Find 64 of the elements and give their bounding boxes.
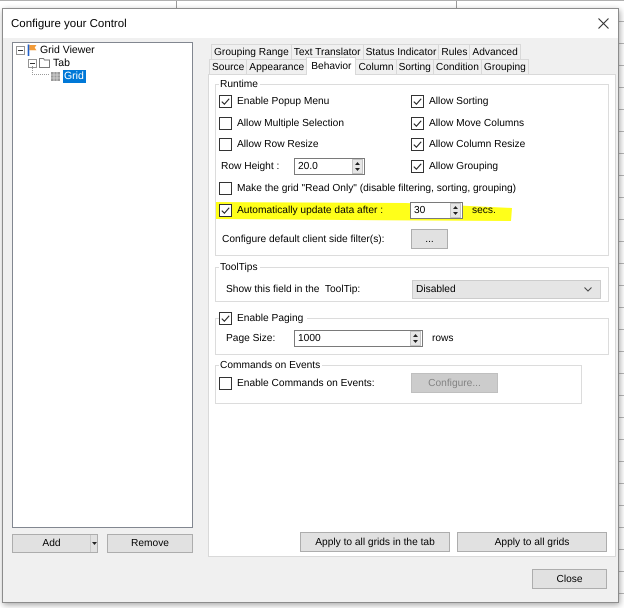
field-label: Show this field in the ToolTip: <box>225 284 362 295</box>
apply-button[interactable]: Apply to all grids in the tab <box>300 532 450 552</box>
spin-field[interactable]: 20.0 <box>294 158 365 176</box>
tab[interactable]: Sorting <box>396 59 434 74</box>
collapse-icon[interactable] <box>28 58 37 68</box>
checkbox[interactable] <box>219 138 232 152</box>
tree-view[interactable]: Grid Viewer Tab Grid <box>12 42 193 528</box>
spin-field[interactable]: 30 <box>410 202 463 219</box>
grid-icon <box>51 72 60 80</box>
spin-arrows-icon[interactable] <box>450 202 461 218</box>
chevron-down-icon[interactable] <box>584 286 592 292</box>
group-title: Runtime <box>219 78 259 91</box>
checkbox-label: Enable Popup Menu <box>237 96 330 108</box>
tab[interactable]: Behavior <box>306 57 356 75</box>
add-button[interactable]: Add <box>12 534 98 553</box>
checkbox[interactable] <box>219 376 232 390</box>
field-label: Configure default client side filter(s): <box>221 234 386 245</box>
checkbox[interactable] <box>219 116 232 130</box>
tab[interactable]: Appearance <box>246 59 308 74</box>
checkbox-label: Allow Column Resize <box>429 139 526 150</box>
tab[interactable]: Advanced <box>469 44 521 59</box>
checkbox[interactable] <box>219 204 232 217</box>
remove-button[interactable]: Remove <box>107 534 193 553</box>
unit-label: rows <box>432 332 454 344</box>
dropdown[interactable]: Disabled <box>412 280 601 299</box>
tab[interactable]: Grouping Range <box>211 44 292 59</box>
checkbox[interactable] <box>411 95 424 108</box>
checkbox[interactable] <box>219 95 232 108</box>
spin-arrows-icon[interactable] <box>410 330 421 346</box>
spin-arrows-icon[interactable] <box>352 159 363 174</box>
checkbox[interactable] <box>411 160 424 174</box>
checkbox-label: Allow Row Resize <box>237 139 319 150</box>
flag-icon <box>27 44 37 56</box>
collapse-icon[interactable] <box>16 46 25 54</box>
tab[interactable]: Grouping <box>480 59 529 74</box>
close-button[interactable]: Close <box>532 569 607 589</box>
folder-icon <box>39 58 50 68</box>
tree-item[interactable]: Grid <box>63 70 86 82</box>
checkbox-label: Allow Grouping <box>429 161 498 172</box>
group-title: Commands on Events <box>219 359 322 372</box>
caret-down-icon[interactable] <box>92 542 96 545</box>
apply-button[interactable]: Apply to all grids <box>457 532 607 552</box>
tree-item[interactable]: Tab <box>52 56 72 70</box>
checkbox-label: Enable Commands on Events: <box>237 378 375 389</box>
checkbox-label: Allow Multiple Selection <box>237 118 344 129</box>
checkbox[interactable] <box>411 116 424 130</box>
checkbox-label: Allow Move Columns <box>429 118 524 129</box>
tree-item[interactable]: Grid Viewer <box>39 44 97 56</box>
group-title: ToolTips <box>219 261 259 274</box>
field-label: Page Size: <box>225 332 276 344</box>
close-icon <box>598 18 608 29</box>
unit-label: secs. <box>472 204 496 216</box>
checkbox-label: Automatically update data after : <box>237 204 384 216</box>
spin-field[interactable]: 1000 <box>294 330 423 347</box>
window-title: Configure your Control <box>11 18 128 30</box>
field-label: Row Height : <box>220 161 280 172</box>
checkbox-label: Allow Sorting <box>429 96 488 108</box>
checkbox-label: Enable Paging <box>237 312 304 326</box>
checkbox-label: Make the grid "Read Only" (disable filtering, sorting, grouping) <box>237 182 516 194</box>
checkbox[interactable] <box>411 138 424 152</box>
tab[interactable]: Source <box>209 59 248 74</box>
checkbox[interactable] <box>219 312 232 326</box>
ellipsis-button[interactable]: ... <box>411 229 448 250</box>
checkbox[interactable] <box>219 182 232 195</box>
